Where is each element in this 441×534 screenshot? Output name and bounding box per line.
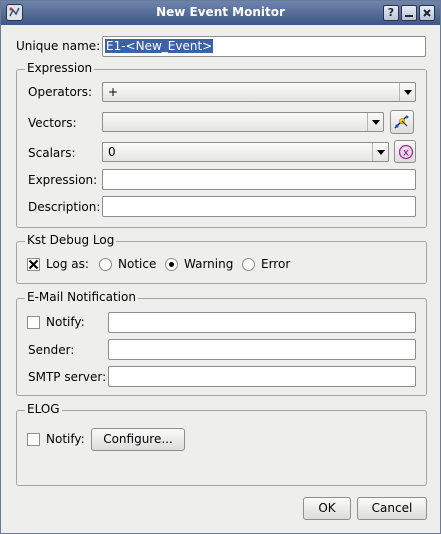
- elog-notify-checkbox[interactable]: [27, 433, 40, 446]
- log-as-label: Log as:: [46, 257, 89, 271]
- minimize-icon: [405, 15, 413, 17]
- description-field[interactable]: [102, 196, 416, 217]
- unique-name-field[interactable]: E1-<New_Event>: [102, 36, 426, 57]
- scalar-select-button[interactable]: x: [394, 140, 416, 163]
- smtp-server-label: SMTP server:: [28, 370, 107, 384]
- notice-label: Notice: [118, 257, 157, 271]
- expression-group-title: Expression: [25, 61, 95, 75]
- vectors-dropdown[interactable]: [102, 112, 384, 132]
- operators-dropdown[interactable]: +: [102, 82, 416, 102]
- log-as-checkbox[interactable]: [27, 258, 40, 271]
- unique-name-value: E1-<New_Event>: [105, 39, 214, 53]
- close-icon: [423, 9, 431, 17]
- scalar-picker-icon: x: [398, 144, 414, 160]
- chevron-down-icon: [372, 143, 388, 161]
- chevron-down-icon: [367, 113, 383, 131]
- checkmark-icon: [28, 259, 39, 270]
- notice-radio[interactable]: [99, 258, 112, 271]
- error-radio[interactable]: [242, 258, 255, 271]
- warning-label: Warning: [184, 257, 234, 271]
- scalars-dropdown[interactable]: 0: [102, 142, 389, 162]
- help-button[interactable]: ?: [383, 5, 399, 21]
- window-title: New Event Monitor: [156, 5, 285, 19]
- expression-label: Expression:: [28, 173, 98, 187]
- debug-log-group-title: Kst Debug Log: [25, 233, 117, 247]
- configure-button[interactable]: Configure...: [91, 428, 185, 451]
- sender-field[interactable]: [108, 339, 416, 360]
- cancel-button[interactable]: Cancel: [357, 497, 427, 520]
- ok-button[interactable]: OK: [303, 497, 351, 520]
- scalars-value: 0: [108, 145, 116, 159]
- minimize-button[interactable]: [401, 5, 417, 21]
- description-label: Description:: [28, 200, 101, 214]
- email-notify-label: Notify:: [46, 315, 85, 329]
- operators-label: Operators:: [28, 85, 93, 99]
- elog-group: ELOG: [16, 402, 427, 486]
- vector-picker-icon: [394, 115, 409, 129]
- warning-radio[interactable]: [165, 258, 178, 271]
- elog-notify-label: Notify:: [46, 432, 85, 446]
- error-label: Error: [261, 257, 291, 271]
- close-button[interactable]: [419, 5, 435, 21]
- operators-value: +: [108, 85, 119, 99]
- email-group-title: E-Mail Notification: [25, 290, 138, 304]
- event-monitor-dialog: New Event Monitor ? Unique name: E1-<New…: [0, 0, 441, 534]
- vectors-label: Vectors:: [28, 116, 77, 130]
- smtp-server-field[interactable]: [108, 366, 416, 387]
- chevron-down-icon: [399, 83, 415, 101]
- sender-label: Sender:: [28, 343, 75, 357]
- expression-field[interactable]: [102, 169, 416, 190]
- svg-text:x: x: [403, 148, 409, 159]
- elog-group-title: ELOG: [25, 402, 62, 416]
- unique-name-label: Unique name:: [16, 39, 101, 53]
- title-bar[interactable]: New Event Monitor ?: [1, 1, 440, 25]
- email-notify-field[interactable]: [108, 312, 416, 333]
- email-notify-checkbox[interactable]: [27, 316, 40, 329]
- scalars-label: Scalars:: [28, 146, 76, 160]
- vector-select-button[interactable]: [390, 110, 414, 134]
